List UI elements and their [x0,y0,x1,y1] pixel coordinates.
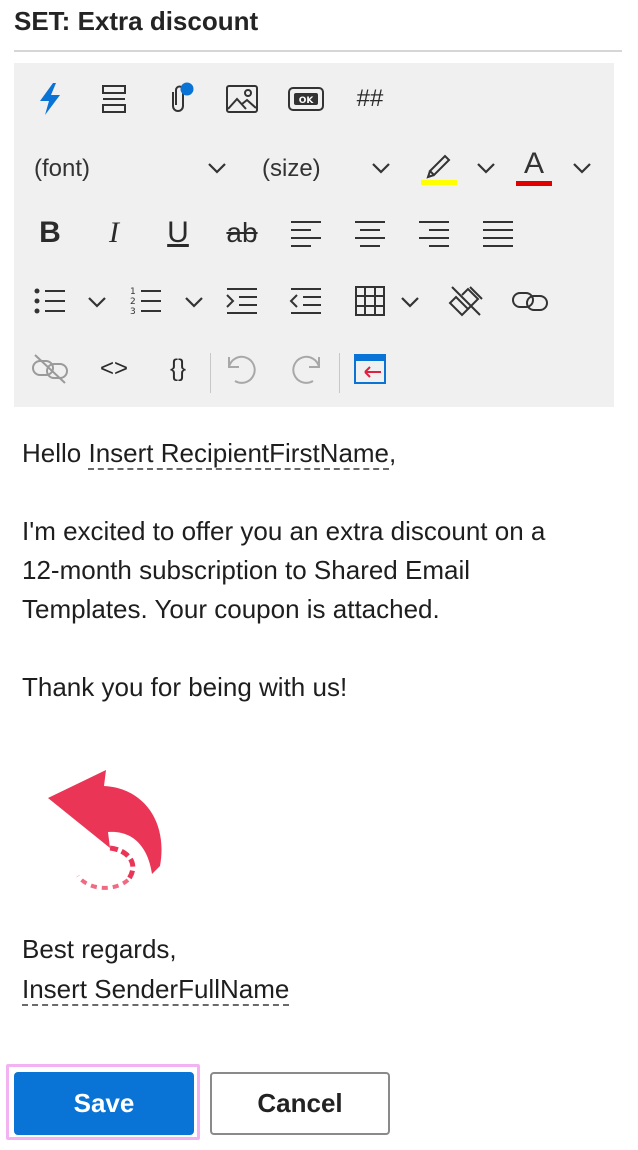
paragraph-line: 12-month subscription to Shared Email [22,555,471,585]
lightning-icon[interactable] [28,77,72,121]
recipient-placeholder[interactable]: Insert RecipientFirstName [88,438,390,470]
svg-text:1: 1 [130,287,136,297]
indent-icon[interactable] [220,279,264,323]
greeting-suffix: , [389,438,397,468]
title-divider [14,50,622,52]
link-icon[interactable] [508,279,552,323]
italic-icon[interactable]: I [92,211,136,255]
sender-placeholder[interactable]: Insert SenderFullName [22,974,290,1006]
bullet-list-icon[interactable] [28,279,72,323]
bold-icon[interactable]: B [28,211,72,255]
editor-toolbar: OK ## (font) (size) A B I U ab 123 <> {} [14,63,614,407]
align-center-icon[interactable] [348,211,392,255]
greeting-prefix: Hello [22,438,89,468]
ok-button-icon[interactable]: OK [284,77,328,121]
chevron-down-icon[interactable] [397,289,423,315]
sender-line: Insert SenderFullName [22,970,290,1008]
hash-icon[interactable]: ## [348,77,392,121]
redo-icon[interactable] [284,347,328,391]
thanks-line: Thank you for being with us! [22,672,348,702]
table-icon[interactable] [348,279,392,323]
horizontal-rule-icon[interactable] [92,77,136,121]
font-size-select[interactable]: (size) [262,155,321,183]
chevron-down-icon[interactable] [204,155,230,181]
svg-text:OK: OK [299,96,315,106]
undo-icon[interactable] [220,347,264,391]
chevron-down-icon[interactable] [569,155,595,181]
chevron-down-icon[interactable] [84,289,110,315]
braces-icon[interactable]: {} [156,347,200,391]
toolbar-separator [210,353,211,393]
chevron-down-icon[interactable] [368,155,394,181]
template-title: SET: Extra discount [14,6,259,36]
toolbar-separator [339,353,340,393]
svg-text:2: 2 [130,297,136,307]
highlight-icon[interactable] [416,145,460,189]
outdent-icon[interactable] [284,279,328,323]
clear-format-icon[interactable] [444,279,488,323]
cancel-button[interactable]: Cancel [210,1072,390,1135]
paragraph-line: I'm excited to offer you an extra discou… [22,516,546,546]
unlink-icon[interactable] [28,347,72,391]
align-left-icon[interactable] [284,211,328,255]
paragraph-line: Templates. Your coupon is attached. [22,594,440,624]
font-family-select[interactable]: (font) [34,155,90,183]
numbered-list-icon[interactable]: 123 [124,279,168,323]
chevron-down-icon[interactable] [181,289,207,315]
strikethrough-icon[interactable]: ab [220,211,264,255]
attachment-icon[interactable] [156,77,200,121]
chevron-down-icon[interactable] [473,155,499,181]
code-icon[interactable]: <> [92,347,136,391]
save-button[interactable]: Save [14,1072,194,1135]
font-color-swatch [516,180,552,186]
image-icon[interactable] [220,77,264,121]
reply-arrow-image [48,770,162,890]
insert-template-icon[interactable] [348,347,392,391]
justify-icon[interactable] [476,211,520,255]
underline-icon[interactable]: U [156,211,200,255]
font-color-glyph: A [523,146,544,180]
font-color-icon[interactable]: A [512,145,556,189]
svg-text:3: 3 [130,307,136,317]
closing-line: Best regards, [22,934,177,964]
greeting-line: Hello Insert RecipientFirstName, [22,434,396,472]
align-right-icon[interactable] [412,211,456,255]
